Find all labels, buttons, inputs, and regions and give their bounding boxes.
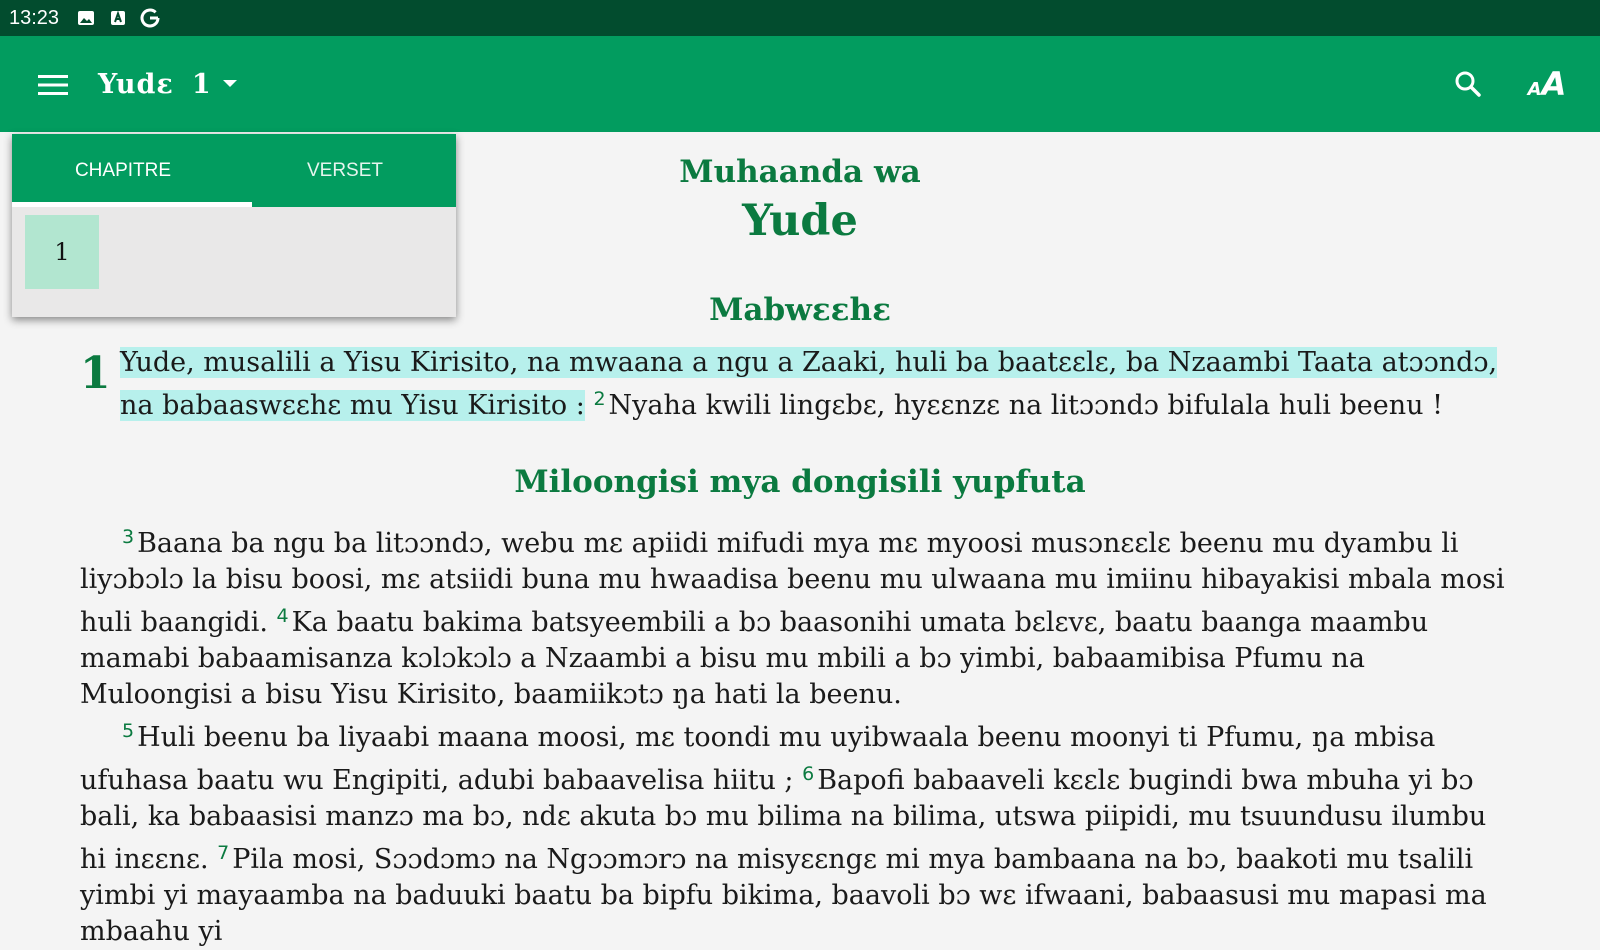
chapter-cell-1[interactable]: 1 [25,215,99,289]
a-box-icon [107,7,129,29]
menu-button[interactable] [32,64,74,106]
menu-icon [38,75,68,95]
paragraph-1: Yude, musalili a Yisu Kirisito, na mwaan… [120,345,1520,424]
verse-text[interactable]: Pila mosi, Sɔɔdɔmɔ na Ngɔɔmɔrɔ na misyɛɛ… [80,844,1487,947]
image-icon [75,7,97,29]
paragraph-3: 5 Huli beenu ba liyaabi maana moosi, mɛ t… [80,713,1520,950]
section-heading-2: Miloongisi mya dongisili yupfuta [514,464,1086,500]
search-button[interactable] [1446,62,1490,106]
tab-verset[interactable]: VERSET [234,134,456,207]
chapter-verse-panel: CHAPITRE VERSET 1 [12,134,456,317]
status-bar: 13:23 [0,0,1600,36]
verse-number: 3 [122,526,135,548]
google-icon [139,7,161,29]
paragraph-2: 3 Baana ba ngu ba litɔɔndɔ, webu mɛ apiid… [80,519,1520,713]
status-time: 13:23 [9,6,60,29]
verse-text[interactable]: Nyaha kwili lingɛbɛ, hyɛɛnzɛ na litɔɔndɔ… [609,390,1443,421]
verse-number: 7 [217,842,230,864]
verse-number: 5 [122,720,135,742]
app-bar: Yudɛ 1 AA [0,36,1600,132]
verse-number: 2 [593,388,606,410]
book-name: Yudɛ [98,68,174,100]
tab-indicator [12,202,252,207]
chapter-number: 1 [191,68,212,100]
tab-chapitre[interactable]: CHAPITRE [12,134,234,207]
search-icon [1455,71,1481,97]
book-chapter-selector[interactable]: Yudɛ 1 [98,62,238,106]
verse-number: 6 [802,763,815,785]
status-icons [75,7,161,29]
text-size-button[interactable]: AA [1522,62,1572,106]
chapter-drop-number: 1 [80,348,111,399]
panel-tabs: CHAPITRE VERSET [12,134,456,207]
text-size-icon: AA [1527,65,1567,103]
verse-number: 4 [276,605,289,627]
chevron-down-icon [222,79,238,89]
